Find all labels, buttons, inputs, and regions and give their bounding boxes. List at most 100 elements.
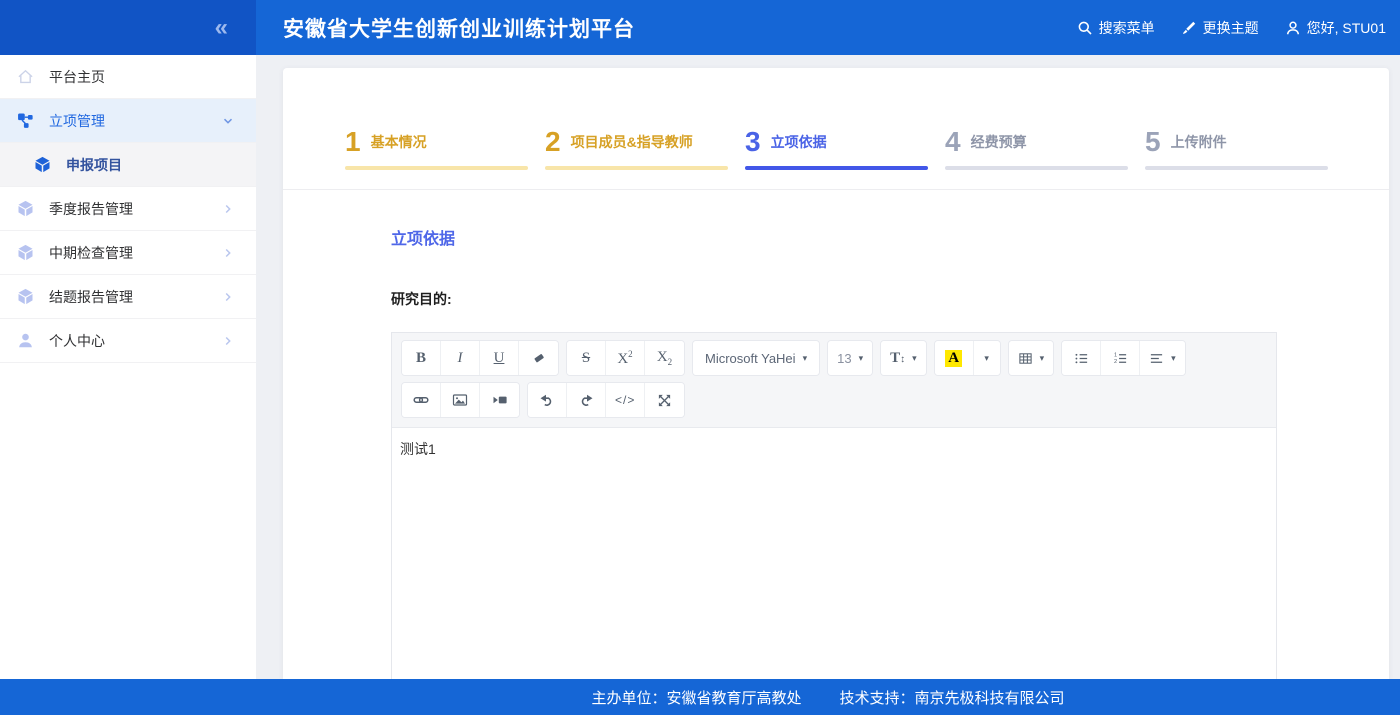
step-progress-bar [745,166,928,170]
sidebar-item-midterm-check[interactable]: 中期检查管理 [0,231,256,275]
step-number: 5 [1145,127,1161,157]
strikethrough-button[interactable]: S [567,341,606,375]
insert-image-button[interactable] [441,383,480,417]
form-card: 1 基本情况 2 项目成员&指导教师 3 立项依据 [283,68,1389,679]
step-label: 基本情况 [371,132,427,157]
align-icon [1149,351,1164,366]
sidebar-item-label: 中期检查管理 [49,243,133,263]
step-number: 4 [945,127,961,157]
step-wizard: 1 基本情况 2 项目成员&指导教师 3 立项依据 [283,68,1389,190]
search-menu-button[interactable]: 搜索菜单 [1077,18,1155,38]
clear-format-button[interactable] [519,341,558,375]
list-ul-icon [1074,351,1089,366]
sidebar-item-label: 季度报告管理 [49,199,133,219]
redo-button[interactable] [567,383,606,417]
cube-icon [34,156,51,173]
superscript-button[interactable]: X2 [606,341,645,375]
cube-icon [17,244,34,261]
svg-text:1: 1 [1114,352,1117,358]
link-icon [413,392,429,408]
fullscreen-arrows-icon [657,393,672,408]
ordered-list-button[interactable]: 1 2 [1101,341,1140,375]
undo-button[interactable] [528,383,567,417]
step-progress-bar [545,166,728,170]
chevron-down-icon [222,115,234,127]
chevron-right-icon [222,335,234,347]
theme-brush-icon [1181,20,1197,36]
wizard-step-attachments[interactable]: 5 上传附件 [1145,125,1345,189]
line-height-dropdown[interactable]: T↕ ▾ [881,341,926,375]
bold-button[interactable]: B [402,341,441,375]
step-progress-bar [945,166,1128,170]
video-icon [492,392,508,408]
redo-icon [578,392,594,408]
paragraph-align-dropdown[interactable]: ▾ [1140,341,1185,375]
editor-content[interactable]: 测试1 [392,428,1276,679]
app-window: « 安徽省大学生创新创业训练计划平台 搜索菜单 更换主题 [0,0,1400,715]
chevron-right-icon [222,203,234,215]
sidebar-item-personal-center[interactable]: 个人中心 [0,319,256,363]
sidebar-item-quarterly-report[interactable]: 季度报告管理 [0,187,256,231]
main-content: 1 基本情况 2 项目成员&指导教师 3 立项依据 [256,55,1400,679]
fullscreen-button[interactable] [645,383,684,417]
section-title: 立项依据 [391,225,1389,249]
sidebar-item-label: 个人中心 [49,331,105,351]
sidebar-item-label: 平台主页 [49,67,105,87]
font-family-dropdown[interactable]: Microsoft YaHei ▾ [693,341,819,375]
step-progress-bar [345,166,528,170]
insert-button-group [401,382,520,418]
caret-down-icon: ▾ [803,353,808,364]
table-group: ▾ [1008,340,1055,376]
step-label: 立项依据 [771,132,827,157]
sidebar-item-declare-project[interactable]: 申报项目 [0,143,256,187]
font-color-caret-button[interactable]: ▾ [974,341,1000,375]
editor-toolbar: B I U [392,333,1276,428]
italic-button[interactable]: I [441,341,480,375]
code-view-button[interactable]: </> [606,383,645,417]
chevron-right-icon [222,247,234,259]
home-icon [17,68,34,85]
font-size-dropdown[interactable]: 13 ▾ [828,341,872,375]
font-color-group: A ▾ [934,340,1001,376]
font-size-group: 13 ▾ [827,340,873,376]
step-progress-bar [1145,166,1328,170]
research-purpose-label: 研究目的: [391,289,1389,309]
sidebar-item-platform-home[interactable]: 平台主页 [0,55,256,99]
step-label: 项目成员&指导教师 [571,132,693,157]
footer-support: 技术支持：南京先极科技有限公司 [840,687,1065,708]
unordered-list-button[interactable] [1062,341,1101,375]
change-theme-button[interactable]: 更换主题 [1181,18,1259,38]
font-family-group: Microsoft YaHei ▾ [692,340,820,376]
sidebar-header: « [0,0,256,55]
subscript-button[interactable]: X2 [645,341,684,375]
sidebar-item-project-management[interactable]: 立项管理 [0,99,256,143]
search-icon [1077,20,1093,36]
footer-organizer: 主办单位：安徽省教育厅高教处 [591,687,801,708]
wizard-step-project-basis[interactable]: 3 立项依据 [745,125,945,189]
insert-table-dropdown[interactable]: ▾ [1009,341,1054,375]
top-header: 安徽省大学生创新创业训练计划平台 搜索菜单 更换主题 [256,0,1400,55]
underline-button[interactable]: U [480,341,519,375]
undo-icon [539,392,555,408]
wizard-step-budget[interactable]: 4 经费预算 [945,125,1145,189]
insert-video-button[interactable] [480,383,519,417]
wizard-step-basic-info[interactable]: 1 基本情况 [345,125,545,189]
step-number: 3 [745,127,761,157]
script-button-group: S X2 X2 [566,340,685,376]
sidebar: 平台主页 立项管理 [0,55,256,679]
user-menu[interactable]: 您好, STU01 [1285,18,1386,38]
person-icon [17,332,34,349]
change-theme-label: 更换主题 [1203,18,1259,38]
chevron-right-icon [222,291,234,303]
font-color-button[interactable]: A [935,341,974,375]
wizard-step-members-teachers[interactable]: 2 项目成员&指导教师 [545,125,745,189]
sidebar-item-final-report[interactable]: 结题报告管理 [0,275,256,319]
insert-link-button[interactable] [402,383,441,417]
table-icon [1018,351,1033,366]
image-icon [452,392,468,408]
collapse-sidebar-icon[interactable]: « [215,16,228,40]
cube-icon [17,288,34,305]
eraser-icon [532,351,546,365]
misc-button-group: </> [527,382,685,418]
step-number: 1 [345,127,361,157]
